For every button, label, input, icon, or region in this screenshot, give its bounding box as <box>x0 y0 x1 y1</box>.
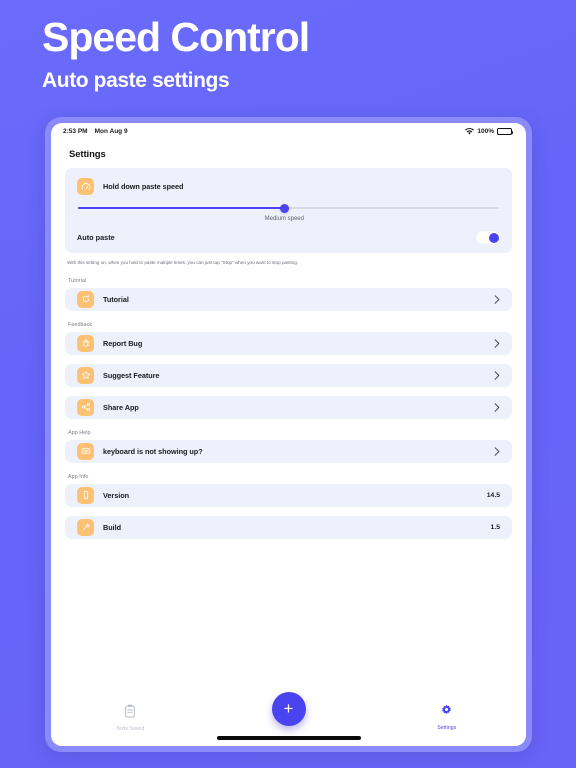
replay-icon <box>77 290 94 308</box>
promo-title: Speed Control <box>42 14 310 60</box>
slider-caption: Medium speed <box>264 216 304 222</box>
page-title: Settings <box>69 149 106 160</box>
bug-icon <box>77 334 94 352</box>
section-header-tutorial: Tutorial <box>68 277 87 284</box>
tab-texts-saved[interactable]: Texts Saved <box>51 690 209 732</box>
auto-paste-footnote: With this setting on, when you hold to p… <box>67 260 299 265</box>
list-item-label: Version <box>103 490 130 500</box>
promo-header: Speed Control Auto paste settings <box>0 0 576 93</box>
toggle-knob <box>488 232 499 243</box>
chevron-right-icon <box>494 447 500 456</box>
speed-card-header: Hold down paste speed <box>77 178 500 195</box>
auto-paste-row: Auto paste <box>77 231 500 244</box>
keyboard-icon <box>77 442 94 460</box>
battery-full-icon <box>497 127 514 135</box>
slider-track[interactable] <box>78 203 499 213</box>
list-item-version: Version 14.5 <box>65 483 512 507</box>
speedometer-icon <box>77 178 94 195</box>
tab-label: Texts Saved <box>115 726 145 732</box>
section-header-app-help: App Help <box>68 429 91 436</box>
status-bar: 2:53 PM Mon Aug 9 100% <box>51 123 526 139</box>
info-icon <box>77 486 94 504</box>
clipboard-icon <box>124 704 136 723</box>
hammer-icon <box>77 518 94 536</box>
chevron-right-icon <box>494 295 500 304</box>
status-bar-right: 100% <box>465 127 514 135</box>
list-item-report-bug[interactable]: Report Bug <box>65 331 512 355</box>
list-item-label: Tutorial <box>103 294 129 304</box>
promo-subtitle: Auto paste settings <box>42 69 230 93</box>
battery-percent: 100% <box>477 127 494 135</box>
slider-fill <box>78 207 285 209</box>
status-bar-left: 2:53 PM Mon Aug 9 <box>63 128 128 135</box>
section-header-app-info: App Info <box>68 473 89 480</box>
tab-label: Settings <box>437 725 457 731</box>
device-screen: 2:53 PM Mon Aug 9 100% Settings Hold dow… <box>51 123 526 746</box>
tab-bar: Texts Saved Settings + <box>51 690 526 746</box>
list-item-label: Report Bug <box>103 338 143 348</box>
home-indicator <box>216 736 361 740</box>
chevron-right-icon <box>494 339 500 348</box>
wifi-icon <box>465 127 475 135</box>
share-icon <box>77 398 94 416</box>
list-item-tutorial[interactable]: Tutorial <box>65 287 512 311</box>
list-item-keyboard-help[interactable]: keyboard is not showing up? <box>65 439 512 463</box>
auto-paste-label: Auto paste <box>77 233 115 242</box>
slider-thumb[interactable] <box>279 203 289 213</box>
status-date: Mon Aug 9 <box>94 127 128 135</box>
status-time: 2:53 PM <box>63 127 88 135</box>
plus-icon: + <box>283 698 294 718</box>
list-item-label: keyboard is not showing up? <box>103 446 203 456</box>
paste-speed-slider[interactable]: Medium speed <box>77 203 500 222</box>
device-frame: 2:53 PM Mon Aug 9 100% Settings Hold dow… <box>45 117 532 752</box>
list-item-suggest-feature[interactable]: Suggest Feature <box>65 363 512 387</box>
add-button[interactable]: + <box>271 692 306 726</box>
list-item-label: Suggest Feature <box>103 370 160 380</box>
chevron-right-icon <box>494 403 500 412</box>
list-item-label: Share App <box>103 402 139 412</box>
version-value: 14.5 <box>486 491 500 499</box>
list-item-build: Build 1.5 <box>65 515 512 539</box>
build-value: 1.5 <box>490 523 500 531</box>
speed-settings-card: Hold down paste speed Medium speed Auto … <box>65 168 512 253</box>
auto-paste-toggle[interactable] <box>476 231 500 244</box>
chevron-right-icon <box>494 371 500 380</box>
list-item-label: Build <box>103 522 121 532</box>
section-header-feedback: Feedback <box>68 321 93 328</box>
gear-icon <box>440 704 453 722</box>
list-item-share-app[interactable]: Share App <box>65 395 512 419</box>
tab-settings[interactable]: Settings <box>368 690 526 731</box>
star-icon <box>77 366 94 384</box>
speed-card-label: Hold down paste speed <box>103 182 184 191</box>
settings-content: Hold down paste speed Medium speed Auto … <box>51 168 526 690</box>
